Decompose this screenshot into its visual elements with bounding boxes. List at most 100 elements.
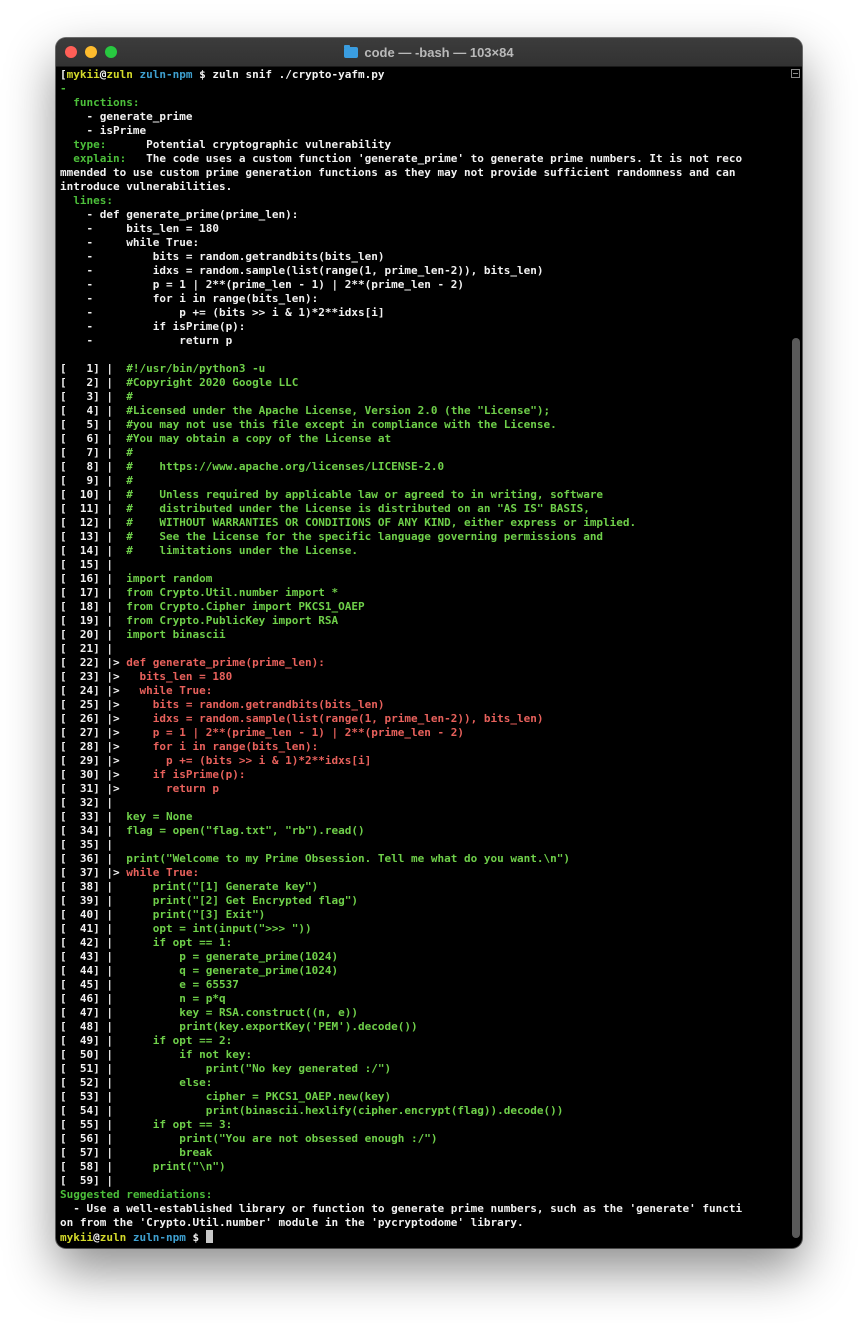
terminal-line: [ 47] | key = RSA.construct((n, e)) (60, 1006, 782, 1020)
terminal-line: [ 44] | q = generate_prime(1024) (60, 964, 782, 978)
terminal-text: [ 37] |> (60, 866, 127, 879)
terminal-line: [ 18] | from Crypto.Cipher import PKCS1_… (60, 600, 782, 614)
terminal-line: [ 16] | import random (60, 572, 782, 586)
terminal-text: print(key.exportKey('PEM').decode()) (126, 1020, 418, 1033)
terminal-text: [ 20] | (60, 628, 127, 641)
terminal-text: opt = int(input(">>> ")) (126, 922, 312, 935)
terminal-output[interactable]: [mykii@zuln zuln-npm $ zuln snif ./crypt… (60, 68, 782, 1248)
terminal-text: [ 22] |> (60, 656, 127, 669)
terminal-text: break (126, 1146, 213, 1159)
terminal-text: print("[2] Get Encrypted flag") (126, 894, 359, 907)
terminal-line: [ 1] | #!/usr/bin/python3 -u (60, 362, 782, 376)
terminal-text: return p (126, 782, 219, 795)
terminal-line: [ 2] | #Copyright 2020 Google LLC (60, 376, 782, 390)
terminal-line: - while True: (60, 236, 782, 250)
terminal-text: zuln (99, 1231, 127, 1244)
terminal-text: [ 8] | (60, 460, 127, 473)
terminal-line: [ 28] |> for i in range(bits_len): (60, 740, 782, 754)
terminal-line: [ 30] |> if isPrime(p): (60, 768, 782, 782)
terminal-line: [ 6] | #You may obtain a copy of the Lic… (60, 432, 782, 446)
terminal-text: p = generate_prime(1024) (126, 950, 339, 963)
terminal-text: print(binascii.hexlify(cipher.encrypt(fl… (126, 1104, 564, 1117)
terminal-text: # (126, 390, 133, 403)
scrollbar-thumb[interactable] (792, 338, 800, 1238)
terminal-line: [ 51] | print("No key generated :/") (60, 1062, 782, 1076)
terminal-line: - if isPrime(p): (60, 320, 782, 334)
terminal-text: [ 59] | (60, 1174, 113, 1187)
terminal-text: n = p*q (126, 992, 226, 1005)
terminal-line: [ 35] | (60, 838, 782, 852)
terminal-line: [ 39] | print("[2] Get Encrypted flag") (60, 894, 782, 908)
terminal-line: on from the 'Crypto.Util.number' module … (60, 1216, 782, 1230)
terminal-text: [ 29] |> (60, 754, 127, 767)
terminal-text: flag = open("flag.txt", "rb").read() (126, 824, 365, 837)
terminal-text: introduce vulnerabilities. (60, 180, 233, 193)
terminal-line: - bits_len = 180 (60, 222, 782, 236)
terminal-line: type: Potential cryptographic vulnerabil… (60, 138, 782, 152)
folder-icon (344, 44, 359, 58)
terminal-line: - (60, 82, 782, 96)
terminal-text: # (126, 474, 133, 487)
terminal-text: [ 35] | (60, 838, 113, 851)
terminal-text: key = None (126, 810, 193, 823)
terminal-line: - p = 1 | 2**(prime_len - 1) | 2**(prime… (60, 278, 782, 292)
terminal-line: explain: The code uses a custom function… (60, 152, 782, 166)
terminal-text: [ 14] | (60, 544, 127, 557)
terminal-text: [ 33] | (60, 810, 127, 823)
title-bar[interactable]: code — -bash — 103×84 (56, 38, 802, 67)
terminal-line: [ 17] | from Crypto.Util.number import * (60, 586, 782, 600)
terminal-text: [ 27] |> (60, 726, 127, 739)
terminal-cursor (205, 1230, 213, 1243)
terminal-text: The code uses a custom function 'generat… (126, 152, 743, 165)
terminal-text: [ 15] | (60, 558, 113, 571)
terminal-text: - idxs = random.sample(list(range(1, pri… (60, 264, 544, 277)
terminal-line: [ 54] | print(binascii.hexlify(cipher.en… (60, 1104, 782, 1118)
terminal-line: functions: (60, 96, 782, 110)
split-pane-icon[interactable] (791, 69, 800, 78)
terminal-line: mykii@zuln zuln-npm $ (60, 1230, 782, 1244)
terminal-line: [ 11] | # distributed under the License … (60, 502, 782, 516)
terminal-text: if opt == 3: (126, 1118, 233, 1131)
terminal-text: [ 45] | (60, 978, 127, 991)
terminal-line: [ 56] | print("You are not obsessed enou… (60, 1132, 782, 1146)
terminal-text: print("You are not obsessed enough :/") (126, 1132, 438, 1145)
terminal-text: [ 31] |> (60, 782, 127, 795)
terminal-line: [ 37] |> while True: (60, 866, 782, 880)
terminal-text: [ 40] | (60, 908, 127, 921)
terminal-text: [ 9] | (60, 474, 127, 487)
terminal-text: [ 18] | (60, 600, 127, 613)
terminal-line: [ 22] |> def generate_prime(prime_len): (60, 656, 782, 670)
terminal-text: [ 28] |> (60, 740, 127, 753)
terminal-text: [ 25] |> (60, 698, 127, 711)
terminal-text: import binascii (126, 628, 226, 641)
terminal-line: [ 55] | if opt == 3: (60, 1118, 782, 1132)
terminal-line: [ 33] | key = None (60, 810, 782, 824)
terminal-text: - Use a well-established library or func… (60, 1202, 743, 1215)
terminal-text: key = RSA.construct((n, e)) (126, 1006, 359, 1019)
terminal-line: - idxs = random.sample(list(range(1, pri… (60, 264, 782, 278)
terminal-line: - return p (60, 334, 782, 348)
terminal-text: explain: (60, 152, 127, 165)
terminal-text: zuln-npm (139, 68, 193, 81)
terminal-line: [ 40] | print("[3] Exit") (60, 908, 782, 922)
terminal-line: [ 41] | opt = int(input(">>> ")) (60, 922, 782, 936)
terminal-text: [ 53] | (60, 1090, 127, 1103)
terminal-text: on from the 'Crypto.Util.number' module … (60, 1216, 524, 1229)
terminal-text: [ 55] | (60, 1118, 127, 1131)
terminal-text: lines: (60, 194, 113, 207)
terminal-line: [mykii@zuln zuln-npm $ zuln snif ./crypt… (60, 68, 782, 82)
terminal-line: [ 15] | (60, 558, 782, 572)
terminal-line: - p += (bits >> i & 1)*2**idxs[i] (60, 306, 782, 320)
window-title: code — -bash — 103×84 (56, 38, 802, 66)
terminal-text: for i in range(bits_len): (126, 740, 319, 753)
terminal-text: [ 34] | (60, 824, 127, 837)
terminal-line: [ 34] | flag = open("flag.txt", "rb").re… (60, 824, 782, 838)
terminal-text: type: (60, 138, 107, 151)
terminal-text: p += (bits >> i & 1)*2**idxs[i] (126, 754, 372, 767)
terminal-text: # distributed under the License is distr… (126, 502, 590, 515)
terminal-line: - bits = random.getrandbits(bits_len) (60, 250, 782, 264)
terminal-line: [ 48] | print(key.exportKey('PEM').decod… (60, 1020, 782, 1034)
terminal-text: # https://www.apache.org/licenses/LICENS… (126, 460, 445, 473)
